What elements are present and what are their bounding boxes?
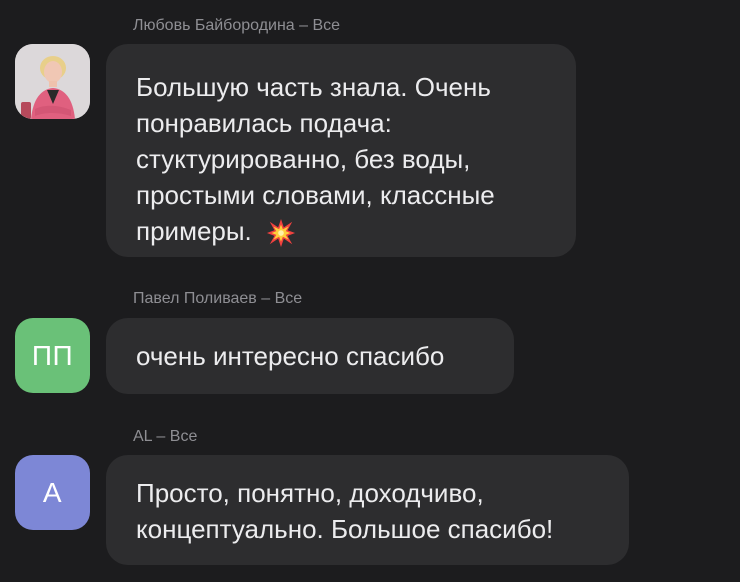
chat-message-list: Любовь Байбородина – Все Большую часть з… (0, 0, 740, 582)
message-text: Большую часть знала. Очень понравилась п… (136, 72, 495, 246)
avatar-initials: А (42, 476, 63, 508)
message-bubble: очень интересно спасибо (106, 318, 514, 394)
avatar[interactable] (15, 44, 90, 119)
message-bubble: Большую часть знала. Очень понравилась п… (106, 44, 576, 257)
message-sender-line: Павел Поливаев – Все (133, 290, 303, 307)
message-bubble: Просто, понятно, доходчиво, концептуальн… (106, 455, 629, 565)
message-sender-line: Любовь Байбородина – Все (133, 17, 341, 34)
message-text: очень интересно спасибо (136, 341, 445, 371)
collision-icon (266, 219, 295, 248)
avatar[interactable]: А (15, 455, 90, 530)
user-photo-icon (15, 44, 90, 119)
message-sender-line: AL – Все (133, 428, 198, 445)
message-text: Просто, понятно, доходчиво, концептуальн… (136, 478, 554, 544)
avatar[interactable]: ПП (15, 318, 90, 393)
avatar-initials: ПП (31, 339, 74, 371)
